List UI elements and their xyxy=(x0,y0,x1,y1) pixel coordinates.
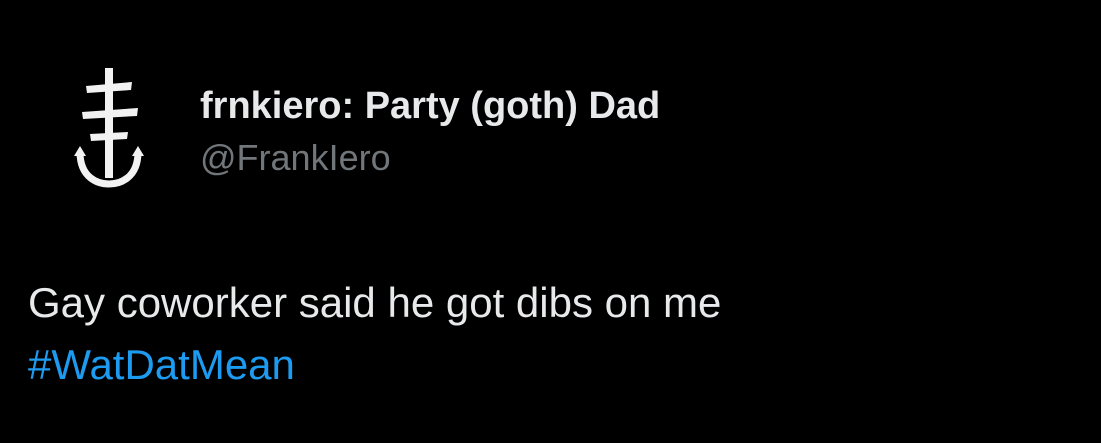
author-handle[interactable]: @FrankIero xyxy=(200,136,660,180)
avatar[interactable] xyxy=(58,60,158,190)
tweet-text: Gay coworker said he got dibs on me xyxy=(28,279,722,326)
tweet-body: Gay coworker said he got dibs on me #Wat… xyxy=(28,272,721,396)
author-display-name[interactable]: frnkiero: Party (goth) Dad xyxy=(200,84,660,128)
tweet-header: frnkiero: Party (goth) Dad @FrankIero xyxy=(200,84,660,180)
cross-anchor-logo-icon xyxy=(74,68,144,188)
tweet-card: frnkiero: Party (goth) Dad @FrankIero Ga… xyxy=(0,0,1101,443)
hashtag-link[interactable]: #WatDatMean xyxy=(28,334,721,396)
